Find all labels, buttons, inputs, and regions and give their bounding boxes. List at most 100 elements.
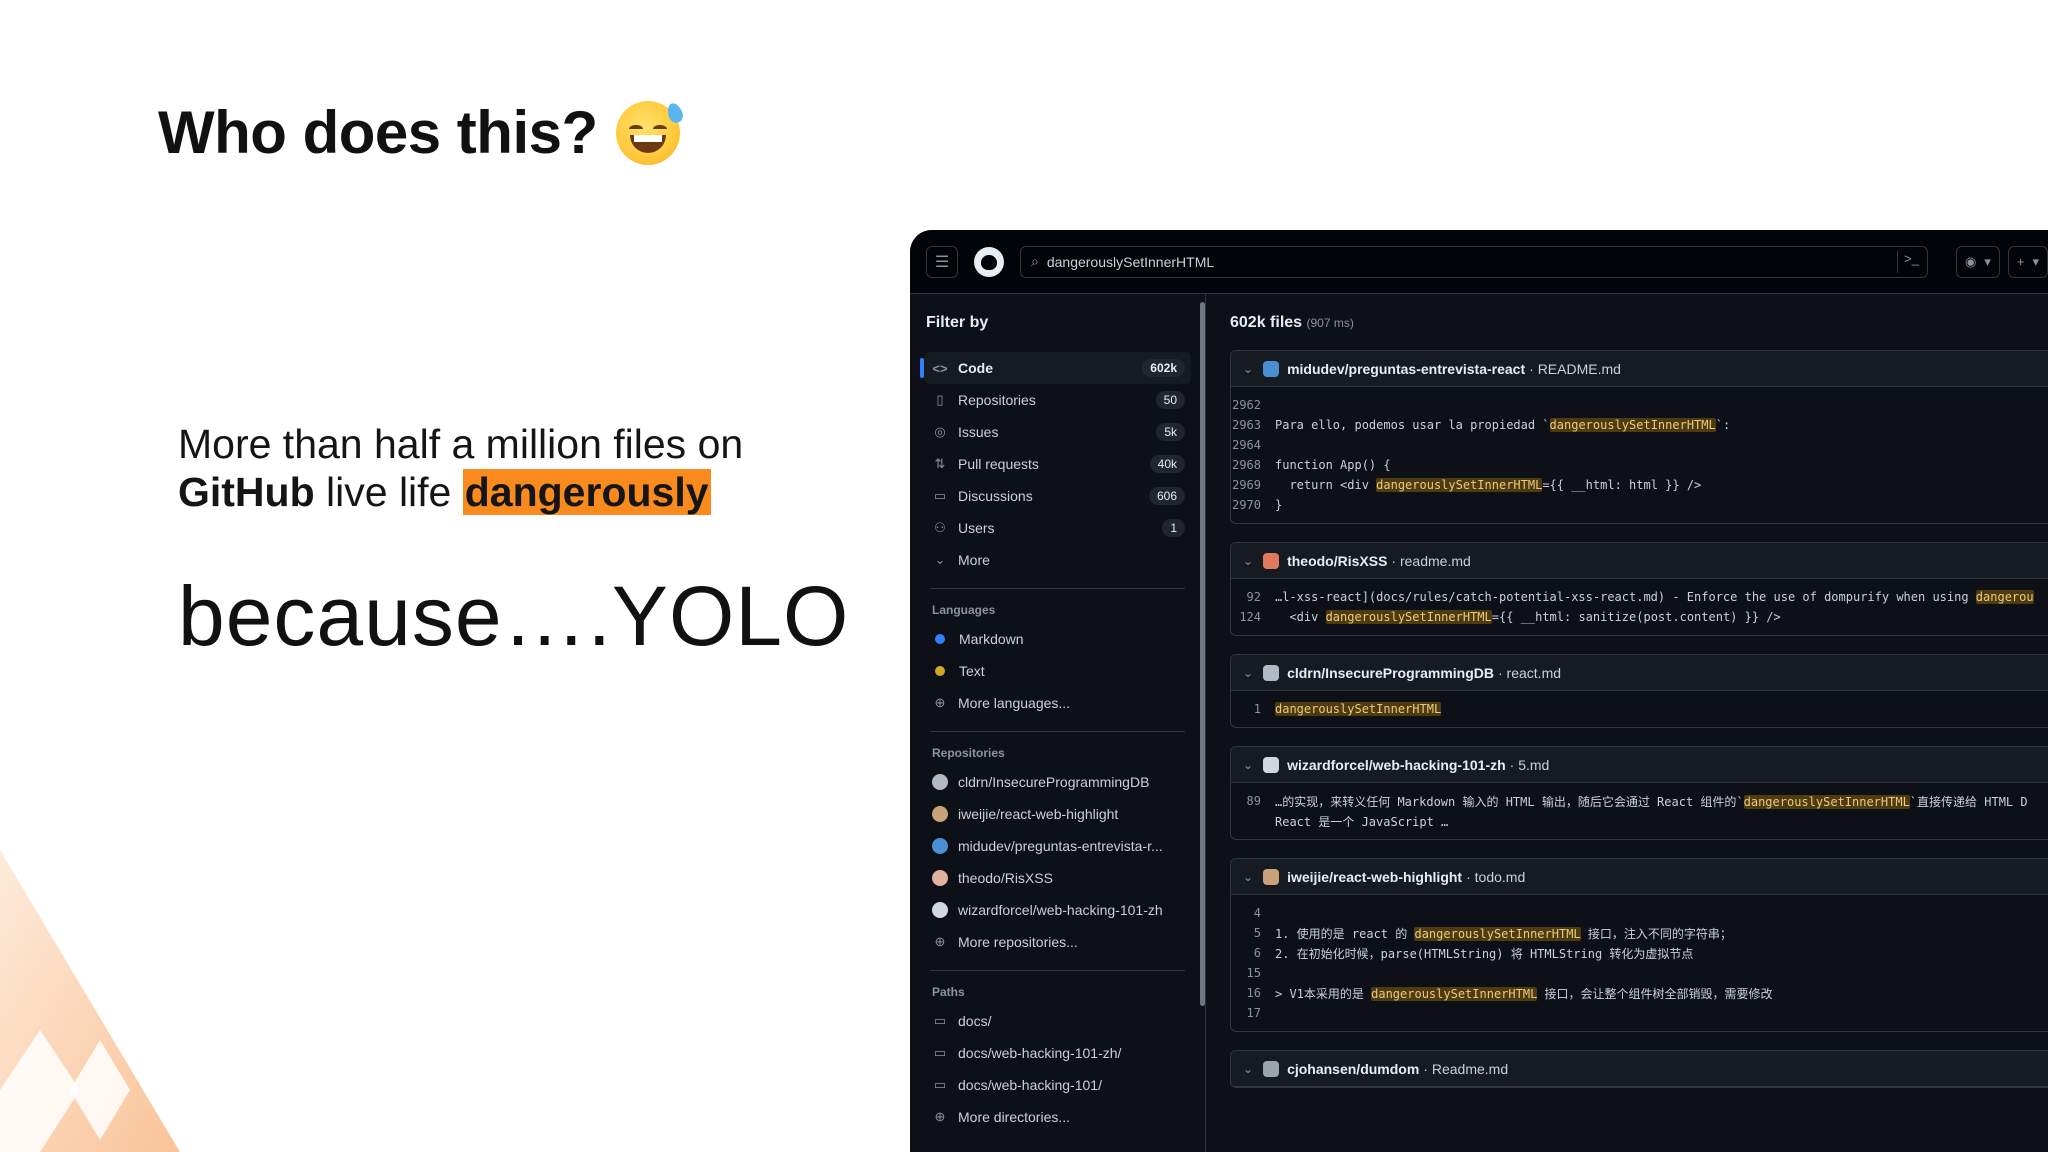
code-line: 2968 function App() { bbox=[1231, 455, 2048, 475]
code-snippet: 2962 2963 Para ello, podemos usar la propi… bbox=[1231, 387, 2048, 523]
repo-filter-label: iweijie/react-web-highlight bbox=[958, 806, 1119, 822]
slide-title-text: Who does this? bbox=[158, 99, 598, 166]
repo-filter-item[interactable]: theodo/RisXSS bbox=[924, 862, 1191, 894]
repo-filter-item[interactable]: wizardforcel/web-hacking-101-zh bbox=[924, 894, 1191, 926]
filter-repositories[interactable]: ▯ Repositories 50 bbox=[924, 384, 1191, 416]
more-languages-link[interactable]: ⊕ More languages... bbox=[924, 687, 1191, 719]
match-highlight: dangerouslySetInnerHTML bbox=[1371, 986, 1538, 1001]
language-text[interactable]: Text bbox=[924, 655, 1191, 687]
more-repositories-link[interactable]: ⊕ More repositories... bbox=[924, 926, 1191, 958]
repo-filter-item[interactable]: cldrn/InsecureProgrammingDB bbox=[924, 766, 1191, 798]
code-line: 124 <div dangerouslySetInnerHTML={{ __ht… bbox=[1231, 607, 2048, 627]
sidebar-scrollbar[interactable] bbox=[1200, 302, 1205, 1006]
line-number[interactable]: 2969 bbox=[1231, 478, 1275, 492]
collapse-chevron-icon[interactable]: ⌄ bbox=[1243, 666, 1253, 680]
folder-icon: ▭ bbox=[933, 1045, 947, 1060]
create-new-button[interactable]: + ▾ bbox=[2007, 245, 2048, 278]
filter-code[interactable]: <> Code 602k bbox=[920, 352, 1191, 384]
result-card-header[interactable]: ⌄ iweijie/react-web-highlight · todo.md bbox=[1231, 859, 2048, 895]
code-text: …的实现，来转义任何 Markdown 输入的 HTML 输出，随后它会通过 R… bbox=[1275, 793, 2028, 810]
more-directories-link[interactable]: ⊕ More directories... bbox=[924, 1101, 1191, 1133]
line-number[interactable]: 4 bbox=[1231, 906, 1275, 920]
repo-link[interactable]: theodo/RisXSS bbox=[1287, 553, 1387, 569]
code-line: 4 bbox=[1231, 903, 2048, 923]
result-card: ⌄ iweijie/react-web-highlight · todo.md 4 5… bbox=[1230, 858, 2048, 1032]
filter-pull-requests[interactable]: ⇅ Pull requests 40k bbox=[924, 448, 1191, 480]
github-search-window: ☰ ⌕ dangerouslySetInnerHTML >_ ◉ ▾ + ▾ Fil… bbox=[910, 230, 2048, 1152]
plus-circle-icon: ⊕ bbox=[934, 695, 946, 710]
github-logo-icon[interactable] bbox=[974, 246, 1004, 277]
repo-link[interactable]: cjohansen/dumdom bbox=[1287, 1061, 1419, 1077]
line-number[interactable]: 2968 bbox=[1231, 458, 1275, 472]
collapse-chevron-icon[interactable]: ⌄ bbox=[1243, 1062, 1253, 1076]
repo-filter-item[interactable]: midudev/preguntas-entrevista-r... bbox=[924, 830, 1191, 862]
result-card-header[interactable]: ⌄ theodo/RisXSS · readme.md bbox=[1231, 543, 2048, 579]
code-text: Para ello, podemos usar la propiedad `da… bbox=[1275, 418, 1730, 432]
filter-more[interactable]: ⌄ More bbox=[924, 544, 1191, 576]
result-card-header[interactable]: ⌄ cjohansen/dumdom · Readme.md bbox=[1231, 1051, 2048, 1087]
file-link[interactable]: · react.md bbox=[1498, 665, 1561, 681]
line-number[interactable]: 124 bbox=[1231, 610, 1275, 624]
file-link[interactable]: · todo.md bbox=[1466, 869, 1525, 885]
code-pre: function App() { bbox=[1275, 458, 1391, 472]
path-label: docs/ bbox=[958, 1013, 992, 1029]
path-filter-item[interactable]: ▭ docs/ bbox=[924, 1005, 1191, 1037]
line-number[interactable]: 2970 bbox=[1231, 498, 1275, 512]
language-markdown[interactable]: Markdown bbox=[924, 623, 1191, 655]
path-filter-item[interactable]: ▭ docs/web-hacking-101/ bbox=[924, 1069, 1191, 1101]
file-link[interactable]: · 5.md bbox=[1510, 757, 1550, 773]
count-badge: 1 bbox=[1162, 519, 1185, 537]
collapse-chevron-icon[interactable]: ⌄ bbox=[1243, 870, 1253, 884]
collapse-chevron-icon[interactable]: ⌄ bbox=[1243, 758, 1253, 772]
code-pre: } bbox=[1275, 498, 1283, 512]
collapse-chevron-icon[interactable]: ⌄ bbox=[1243, 362, 1253, 376]
filter-title: Filter by bbox=[926, 314, 989, 331]
code-text: } bbox=[1275, 498, 1282, 512]
copilot-button[interactable]: ◉ ▾ bbox=[1956, 245, 2000, 278]
subtitle: More than half a million files on GitHub… bbox=[178, 420, 743, 516]
code-snippet: 92 …l-xss-react](docs/rules/catch-potenti… bbox=[1231, 579, 2048, 635]
file-link[interactable]: · readme.md bbox=[1391, 553, 1470, 569]
line-number[interactable]: 17 bbox=[1231, 1006, 1275, 1020]
search-results: 602k files (907 ms) ⌄ midudev/preguntas-e… bbox=[1230, 294, 2048, 1152]
plus-icon: + bbox=[2016, 254, 2025, 269]
hamburger-menu-icon[interactable]: ☰ bbox=[926, 245, 958, 278]
path-filter-item[interactable]: ▭ docs/web-hacking-101-zh/ bbox=[924, 1037, 1191, 1069]
line-number[interactable]: 2963 bbox=[1231, 418, 1275, 432]
line-number[interactable]: 92 bbox=[1231, 590, 1275, 604]
code-snippet: 1 dangerouslySetInnerHTML bbox=[1231, 691, 2048, 727]
filter-users[interactable]: ⚇ Users 1 bbox=[924, 512, 1191, 544]
line-number[interactable]: 1 bbox=[1231, 702, 1275, 716]
result-time: (907 ms) bbox=[1306, 316, 1354, 330]
repo-link[interactable]: cldrn/InsecureProgrammingDB bbox=[1287, 665, 1494, 681]
result-card-header[interactable]: ⌄ midudev/preguntas-entrevista-react · RE… bbox=[1231, 351, 2048, 387]
command-palette-icon[interactable]: >_ bbox=[1897, 250, 1919, 273]
repo-avatar-icon bbox=[932, 838, 948, 854]
repo-filter-item[interactable]: iweijie/react-web-highlight bbox=[924, 798, 1191, 830]
repo-link[interactable]: wizardforcel/web-hacking-101-zh bbox=[1287, 757, 1506, 773]
match-highlight: dangerouslySetInnerHTML bbox=[1325, 610, 1492, 624]
file-link[interactable]: · README.md bbox=[1529, 361, 1621, 377]
code-pre: <div bbox=[1275, 610, 1326, 624]
match-highlight: dangerou bbox=[1975, 590, 2034, 604]
filter-issues[interactable]: ◎ Issues 5k bbox=[924, 416, 1191, 448]
repo-link[interactable]: midudev/preguntas-entrevista-react bbox=[1287, 361, 1525, 377]
line-number[interactable]: 15 bbox=[1231, 966, 1275, 980]
line-number[interactable]: 89 bbox=[1231, 794, 1275, 808]
filter-discussions[interactable]: ▭ Discussions 606 bbox=[924, 480, 1191, 512]
slide-title: Who does this? bbox=[158, 98, 685, 167]
repositories-label: Repositories bbox=[932, 746, 1005, 760]
repo-avatar-icon bbox=[1263, 552, 1280, 569]
count-badge: 50 bbox=[1155, 391, 1185, 409]
file-link[interactable]: · Readme.md bbox=[1423, 1061, 1508, 1077]
search-input[interactable]: ⌕ dangerouslySetInnerHTML >_ bbox=[1020, 245, 1928, 278]
line-number[interactable]: 16 bbox=[1231, 986, 1275, 1000]
line-number[interactable]: 5 bbox=[1231, 926, 1275, 940]
result-card-header[interactable]: ⌄ wizardforcel/web-hacking-101-zh · 5.md bbox=[1231, 747, 2048, 783]
line-number[interactable]: 2964 bbox=[1231, 438, 1275, 452]
line-number[interactable]: 6 bbox=[1231, 946, 1275, 960]
collapse-chevron-icon[interactable]: ⌄ bbox=[1243, 554, 1253, 568]
repo-link[interactable]: iweijie/react-web-highlight bbox=[1287, 869, 1462, 885]
result-card-header[interactable]: ⌄ cldrn/InsecureProgrammingDB · react.md bbox=[1231, 655, 2048, 691]
line-number[interactable]: 2962 bbox=[1231, 398, 1275, 412]
